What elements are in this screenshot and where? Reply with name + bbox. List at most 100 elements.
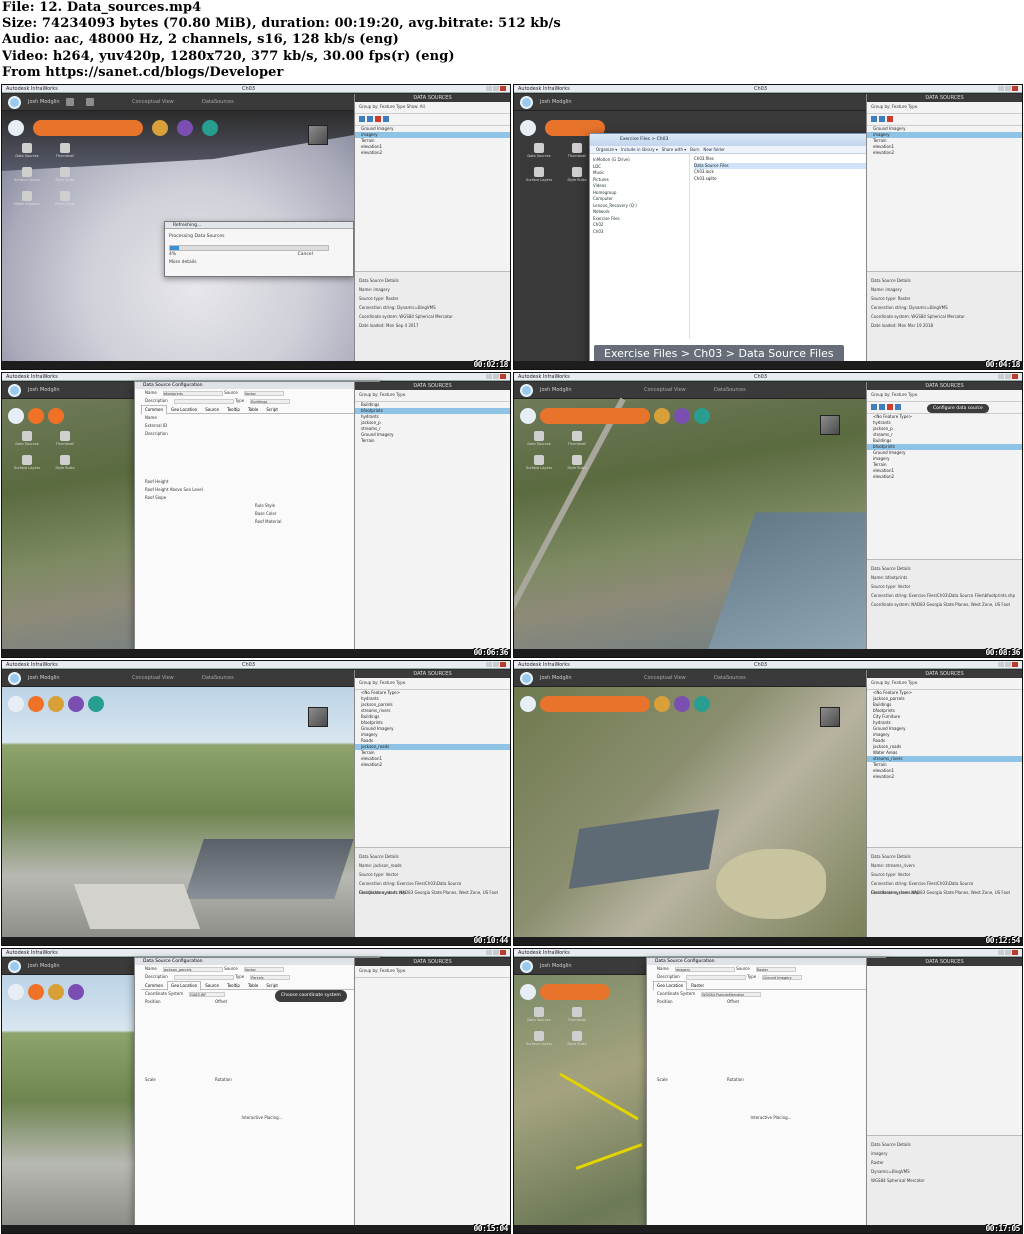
analyze-icon[interactable] — [48, 983, 64, 1000]
settings-icon[interactable] — [520, 407, 536, 424]
window-buttons[interactable] — [485, 662, 507, 668]
tab-label[interactable]: DataSources — [714, 387, 746, 393]
window-buttons[interactable] — [997, 950, 1019, 956]
remove-icon[interactable] — [887, 404, 893, 410]
more-details-link[interactable]: More details — [169, 259, 349, 267]
user-name[interactable]: Josh Modglin — [540, 675, 572, 681]
share-icon[interactable] — [694, 407, 710, 424]
configure-icon[interactable] — [383, 116, 389, 122]
settings-icon[interactable] — [8, 983, 24, 1000]
cancel-button[interactable]: Cancel — [298, 252, 313, 257]
settings-icon[interactable] — [8, 407, 24, 424]
tab-label[interactable]: DataSources — [202, 675, 234, 681]
type-select[interactable]: Buildings — [250, 398, 291, 404]
show-select[interactable]: All — [420, 104, 425, 109]
settings-icon[interactable] — [520, 983, 536, 1000]
refresh-icon[interactable] — [367, 116, 373, 122]
share-icon[interactable] — [694, 695, 710, 712]
type-select[interactable]: Ground Imagery — [762, 974, 803, 980]
viewcube-icon[interactable] — [820, 415, 840, 435]
build-toolbar[interactable] — [540, 983, 610, 1000]
group-by-select[interactable]: Feature Type — [380, 680, 406, 685]
share-icon[interactable] — [202, 119, 219, 136]
coordinate-system-field[interactable]: WGS84.PseudoMercator — [701, 991, 762, 997]
group-by-select[interactable]: Feature Type — [380, 104, 406, 109]
group-by-select[interactable]: Feature Type — [380, 968, 406, 973]
tree-item[interactable]: elevation2 — [867, 774, 1022, 780]
view-label[interactable]: Conceptual View — [644, 387, 686, 393]
user-name[interactable]: Josh Modglin — [540, 99, 572, 105]
present-icon[interactable] — [674, 407, 690, 424]
3d-viewport[interactable] — [2, 687, 354, 939]
settings-icon[interactable] — [520, 695, 536, 712]
present-icon[interactable] — [68, 695, 84, 712]
group-by-select[interactable]: Feature Type — [892, 104, 918, 109]
tab-table[interactable]: Table — [244, 405, 262, 415]
tab-script[interactable]: Script — [262, 405, 282, 415]
viewcube-icon[interactable] — [308, 707, 328, 727]
window-buttons[interactable] — [485, 374, 507, 380]
user-name[interactable]: Josh Modglin — [540, 387, 572, 393]
analyze-icon[interactable] — [654, 407, 670, 424]
tree-item[interactable]: elevation2 — [355, 150, 510, 156]
tree-item[interactable]: elevation2 — [867, 474, 1022, 480]
analyze-icon[interactable] — [654, 695, 670, 712]
build-icon[interactable] — [28, 407, 44, 424]
build-icon[interactable] — [28, 983, 44, 1000]
window-buttons[interactable] — [997, 86, 1019, 92]
add-source-icon[interactable] — [871, 404, 877, 410]
add-source-icon[interactable] — [871, 116, 877, 122]
build-toolbar[interactable] — [540, 695, 650, 712]
user-name[interactable]: Josh Modglin — [540, 963, 572, 969]
analyze-icon[interactable] — [152, 119, 169, 136]
user-name[interactable]: Josh Modglin — [28, 387, 60, 393]
interactive-placing-button[interactable]: Interactive Placing... — [135, 1114, 379, 1122]
user-name[interactable]: Josh Modglin — [28, 963, 60, 969]
tree-item[interactable]: elevation2 — [867, 150, 1022, 156]
name-field[interactable]: jackson_parcels — [162, 966, 223, 972]
view-label[interactable]: Conceptual View — [644, 675, 686, 681]
present-icon[interactable] — [177, 119, 194, 136]
tab-source[interactable]: Source — [201, 405, 223, 415]
build-icon[interactable] — [28, 695, 44, 712]
home-icon[interactable] — [66, 98, 74, 106]
add-source-icon[interactable] — [359, 116, 365, 122]
view-label[interactable]: Conceptual View — [132, 675, 174, 681]
description-field[interactable] — [173, 974, 234, 980]
viewcube-icon[interactable] — [820, 707, 840, 727]
bookmark-icon[interactable] — [86, 98, 94, 106]
3d-viewport[interactable]: Data Sources Thumbnail Surface Layers Styl… — [514, 111, 959, 368]
present-icon[interactable] — [68, 983, 84, 1000]
group-by-select[interactable]: Feature Type — [892, 680, 918, 685]
window-buttons[interactable] — [997, 374, 1019, 380]
name-field[interactable]: imagery — [674, 966, 735, 972]
tab-label[interactable]: DataSources — [202, 99, 234, 105]
type-select[interactable]: Parcels — [250, 974, 291, 980]
refresh-icon[interactable] — [879, 404, 885, 410]
configure-icon[interactable] — [895, 404, 901, 410]
group-by-select[interactable]: Feature Type — [380, 392, 406, 397]
settings-icon[interactable] — [8, 695, 24, 712]
user-name[interactable]: Josh Modglin — [28, 99, 60, 105]
group-by-select[interactable]: Feature Type — [892, 392, 918, 397]
description-field[interactable] — [173, 398, 234, 404]
interactive-placing-button[interactable]: Interactive Placing... — [647, 1114, 885, 1122]
coordinate-system-field[interactable]: GA83-WF — [189, 991, 226, 997]
3d-viewport[interactable] — [514, 687, 866, 939]
build-toolbar[interactable] — [33, 119, 144, 136]
3d-viewport[interactable]: Data Sources Thumbnail Surface Layers Style… — [514, 397, 866, 651]
window-buttons[interactable] — [997, 662, 1019, 668]
remove-icon[interactable] — [887, 116, 893, 122]
settings-icon[interactable] — [520, 119, 536, 136]
name-field[interactable]: bfootprints — [162, 390, 223, 396]
window-buttons[interactable] — [485, 86, 507, 92]
user-name[interactable]: Josh Modglin — [28, 675, 60, 681]
present-icon[interactable] — [674, 695, 690, 712]
share-icon[interactable] — [88, 695, 104, 712]
description-field[interactable] — [685, 974, 746, 980]
tab-tooltip[interactable]: Tooltip — [223, 405, 244, 415]
settings-icon[interactable] — [8, 119, 24, 136]
viewcube-icon[interactable] — [308, 125, 328, 145]
tab-label[interactable]: DataSources — [714, 675, 746, 681]
build-toolbar[interactable] — [540, 407, 650, 424]
